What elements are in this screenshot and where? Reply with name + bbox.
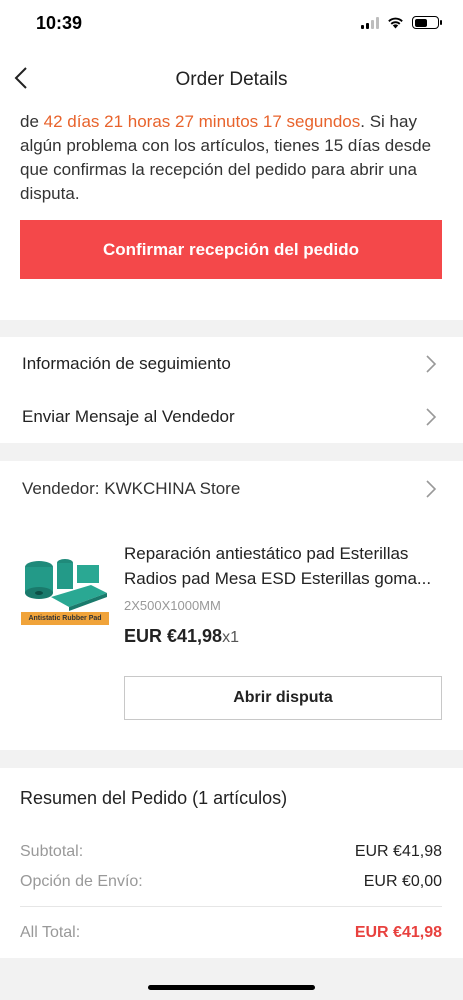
product-variant: 2X500X1000MM xyxy=(124,598,221,613)
status-icons xyxy=(361,16,442,29)
open-dispute-button[interactable]: Abrir disputa xyxy=(124,676,442,720)
product-price-line: EUR €41,98x1 xyxy=(124,626,239,647)
tracking-info-row[interactable]: Información de seguimiento xyxy=(0,337,463,390)
rubber-pad-image xyxy=(21,541,109,613)
countdown-timer: 42 días 21 horas 27 minutos 17 segundos xyxy=(43,112,361,131)
confirm-receipt-section: de 42 días 21 horas 27 minutos 17 segund… xyxy=(0,106,463,320)
subtotal-label: Subtotal: xyxy=(20,843,84,860)
protection-notice: de 42 días 21 horas 27 minutos 17 segund… xyxy=(20,110,445,206)
shipping-value: EUR €0,00 xyxy=(363,873,442,890)
page-title: Order Details xyxy=(175,69,288,90)
product-quantity: x1 xyxy=(222,629,239,646)
message-seller-label: Enviar Mensaje al Vendedor xyxy=(22,407,235,426)
order-summary: Resumen del Pedido (1 artículos) Subtota… xyxy=(0,768,463,958)
seller-row[interactable]: Vendedor: KWKCHINA Store xyxy=(0,461,463,515)
wifi-icon xyxy=(388,17,403,29)
home-indicator[interactable] xyxy=(148,985,315,990)
status-time: 10:39 xyxy=(36,13,83,33)
tracking-info-label: Información de seguimiento xyxy=(22,354,231,373)
total-label: All Total: xyxy=(20,924,81,941)
chevron-right-icon xyxy=(426,355,437,373)
battery-icon xyxy=(412,16,442,29)
chevron-right-icon xyxy=(426,480,437,498)
total-value: EUR €41,98 xyxy=(354,924,442,941)
status-bar: 10:39 xyxy=(0,0,463,50)
product-title-line: Reparación antiestático pad Esterillas xyxy=(124,544,409,563)
order-item-card: Vendedor: KWKCHINA Store Antistatic Rubb… xyxy=(0,461,463,750)
signal-icon xyxy=(361,16,379,29)
confirm-receipt-button[interactable]: Confirmar recepción del pedido xyxy=(20,220,442,279)
summary-title: Resumen del Pedido (1 artículos) xyxy=(20,788,288,808)
order-actions-list: Información de seguimiento Enviar Mensaj… xyxy=(0,337,463,443)
product-title[interactable]: Reparación antiestático pad Esterillas R… xyxy=(124,541,444,591)
navigation-bar: Order Details xyxy=(0,50,463,106)
chevron-right-icon xyxy=(426,408,437,426)
divider xyxy=(20,906,442,907)
product-image-tag: Antistatic Rubber Pad xyxy=(21,612,109,625)
shipping-label: Opción de Envío: xyxy=(20,873,143,890)
product-title-line: Radios pad Mesa ESD Esterillas goma... xyxy=(124,569,432,588)
notice-prefix: de xyxy=(20,112,44,131)
seller-name: Vendedor: KWKCHINA Store xyxy=(22,479,241,498)
subtotal-value: EUR €41,98 xyxy=(354,843,442,860)
product-image[interactable]: Antistatic Rubber Pad xyxy=(21,541,109,629)
product-price: EUR €41,98 xyxy=(124,626,223,646)
message-seller-row[interactable]: Enviar Mensaje al Vendedor xyxy=(0,390,463,443)
